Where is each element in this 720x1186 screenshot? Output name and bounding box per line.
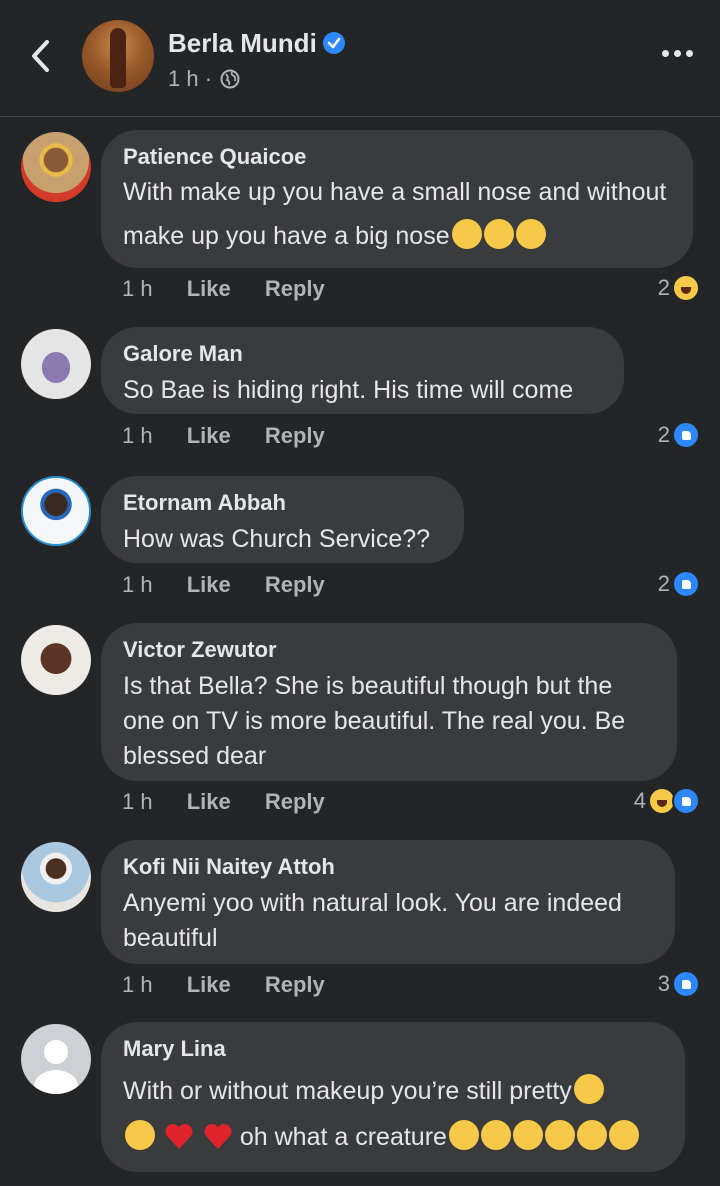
globe-icon xyxy=(220,69,240,89)
partying-face-emoji xyxy=(608,1120,639,1150)
comment-author[interactable]: Galore Man xyxy=(123,341,602,367)
reply-button[interactable]: Reply xyxy=(265,572,325,597)
avatar[interactable] xyxy=(21,625,91,695)
like-button[interactable]: Like xyxy=(187,423,231,448)
comment-time[interactable]: 1 h xyxy=(122,572,153,597)
default-person-icon xyxy=(34,1040,78,1094)
post-time[interactable]: 1 h · xyxy=(168,66,212,91)
like-button[interactable]: Like xyxy=(187,972,231,997)
post-header: Berla Mundi 1 h · xyxy=(0,0,720,117)
reaction-summary[interactable]: 4 xyxy=(634,787,700,815)
rofl-emoji xyxy=(483,219,514,249)
partying-face-emoji xyxy=(576,1120,607,1150)
reaction-summary[interactable]: 2 xyxy=(658,421,700,449)
reaction-summary[interactable]: 2 xyxy=(658,570,700,598)
verified-badge-icon xyxy=(322,32,345,54)
comment-bubble[interactable]: Mary Lina With or without makeup you’re … xyxy=(101,1022,685,1172)
like-button[interactable]: Like xyxy=(187,276,231,301)
partying-face-emoji xyxy=(544,1120,575,1150)
reply-button[interactable]: Reply xyxy=(265,423,325,448)
comment-actions: 1 h Like Reply xyxy=(122,423,325,449)
comment-author[interactable]: Mary Lina xyxy=(123,1036,663,1062)
avatar[interactable] xyxy=(21,842,91,912)
comment-author[interactable]: Kofi Nii Naitey Attoh xyxy=(123,854,653,880)
comment-author[interactable]: Patience Quaicoe xyxy=(123,144,671,170)
like-button[interactable]: Like xyxy=(187,572,231,597)
hand-over-mouth-emoji xyxy=(448,1120,479,1150)
smiling-hearts-emoji xyxy=(573,1074,604,1104)
reaction-count: 2 xyxy=(657,422,670,447)
hand-over-mouth-emoji xyxy=(512,1120,543,1150)
like-reaction-icon xyxy=(672,421,700,449)
reply-button[interactable]: Reply xyxy=(265,789,325,814)
more-options-icon[interactable] xyxy=(662,44,694,64)
reply-button[interactable]: Reply xyxy=(265,972,325,997)
comment-bubble[interactable]: Victor Zewutor Is that Bella? She is bea… xyxy=(101,623,677,781)
comment-actions: 1 h Like Reply xyxy=(122,276,325,302)
comment-text: With make up you have a small nose and w… xyxy=(123,178,667,250)
reaction-count: 4 xyxy=(633,788,646,813)
like-reaction-icon xyxy=(672,970,700,998)
comment-text: With or without makeup you’re still pret… xyxy=(123,1068,663,1160)
smiling-hearts-emoji xyxy=(125,1120,155,1150)
reaction-count: 3 xyxy=(657,971,670,996)
comment-text: Anyemi yoo with natural look. You are in… xyxy=(123,889,622,952)
reaction-count: 2 xyxy=(657,275,670,300)
red-heart-icon xyxy=(165,1124,193,1149)
post-meta: 1 h · xyxy=(168,66,240,92)
comment-text: Is that Bella? She is beautiful though b… xyxy=(123,672,626,770)
haha-reaction-icon xyxy=(672,274,700,302)
comment-time[interactable]: 1 h xyxy=(122,276,153,301)
page-name[interactable]: Berla Mundi xyxy=(168,28,317,58)
comment-author[interactable]: Victor Zewutor xyxy=(123,637,655,663)
comment-bubble[interactable]: Kofi Nii Naitey Attoh Anyemi yoo with na… xyxy=(101,840,675,964)
comment-bubble[interactable]: Patience Quaicoe With make up you have a… xyxy=(101,130,693,268)
red-heart-icon xyxy=(204,1124,232,1149)
reaction-summary[interactable]: 3 xyxy=(658,970,700,998)
reaction-count: 2 xyxy=(657,571,670,596)
comment-actions: 1 h Like Reply xyxy=(122,789,325,815)
comment-bubble[interactable]: Etornam Abbah How was Church Service?? xyxy=(101,476,464,563)
comment-text: How was Church Service?? xyxy=(123,525,431,553)
comment-time[interactable]: 1 h xyxy=(122,423,153,448)
avatar[interactable] xyxy=(21,476,91,546)
default-avatar[interactable] xyxy=(21,1024,91,1094)
like-reaction-icon xyxy=(672,570,700,598)
reply-button[interactable]: Reply xyxy=(265,276,325,301)
reaction-summary[interactable]: 2 xyxy=(658,274,700,302)
page-avatar[interactable] xyxy=(82,20,154,92)
page-name-row[interactable]: Berla Mundi xyxy=(168,28,345,59)
avatar[interactable] xyxy=(21,329,91,399)
rofl-emoji xyxy=(451,219,482,249)
comment-actions: 1 h Like Reply xyxy=(122,972,325,998)
comment-actions: 1 h Like Reply xyxy=(122,572,325,598)
rofl-emoji xyxy=(515,219,546,249)
like-button[interactable]: Like xyxy=(187,789,231,814)
comment-time[interactable]: 1 h xyxy=(122,789,153,814)
like-reaction-icon xyxy=(672,787,700,815)
hand-over-mouth-emoji xyxy=(480,1120,511,1150)
comment-bubble[interactable]: Galore Man So Bae is hiding right. His t… xyxy=(101,327,624,414)
comment-author[interactable]: Etornam Abbah xyxy=(123,490,442,516)
avatar[interactable] xyxy=(21,132,91,202)
comment-text: So Bae is hiding right. His time will co… xyxy=(123,376,574,404)
comment-time[interactable]: 1 h xyxy=(122,972,153,997)
back-arrow-icon[interactable] xyxy=(28,36,54,76)
